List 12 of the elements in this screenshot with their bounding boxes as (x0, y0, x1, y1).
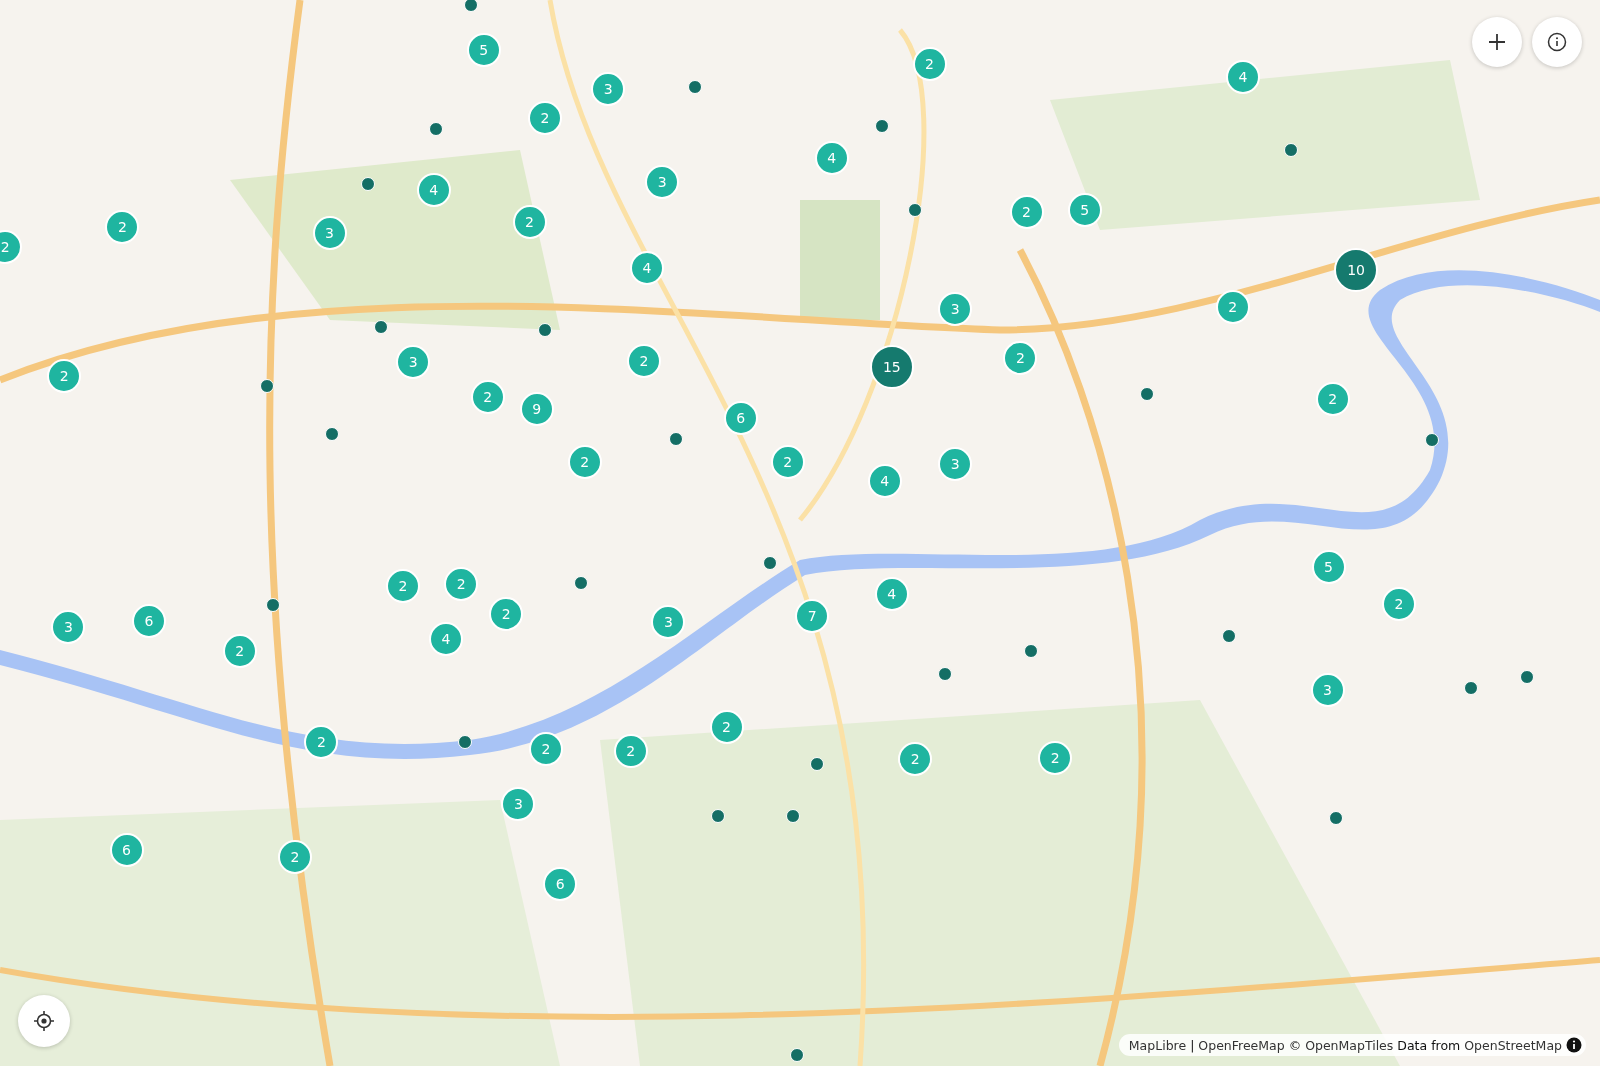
info-icon (1547, 32, 1567, 52)
attribution-link[interactable]: MapLibre (1128, 1037, 1187, 1053)
attribution-link[interactable]: OpenMapTiles (1305, 1037, 1394, 1053)
attribution-text: | (1190, 1037, 1195, 1053)
info-icon[interactable] (1566, 1037, 1582, 1053)
locate-icon (33, 1010, 55, 1032)
plus-icon (1488, 33, 1506, 51)
attribution-link[interactable]: OpenFreeMap (1198, 1037, 1285, 1053)
location-dot[interactable] (464, 0, 479, 13)
attribution-text: Data from (1397, 1037, 1461, 1053)
attribution-text: © (1288, 1037, 1302, 1053)
attribution-link[interactable]: OpenStreetMap (1464, 1037, 1562, 1053)
